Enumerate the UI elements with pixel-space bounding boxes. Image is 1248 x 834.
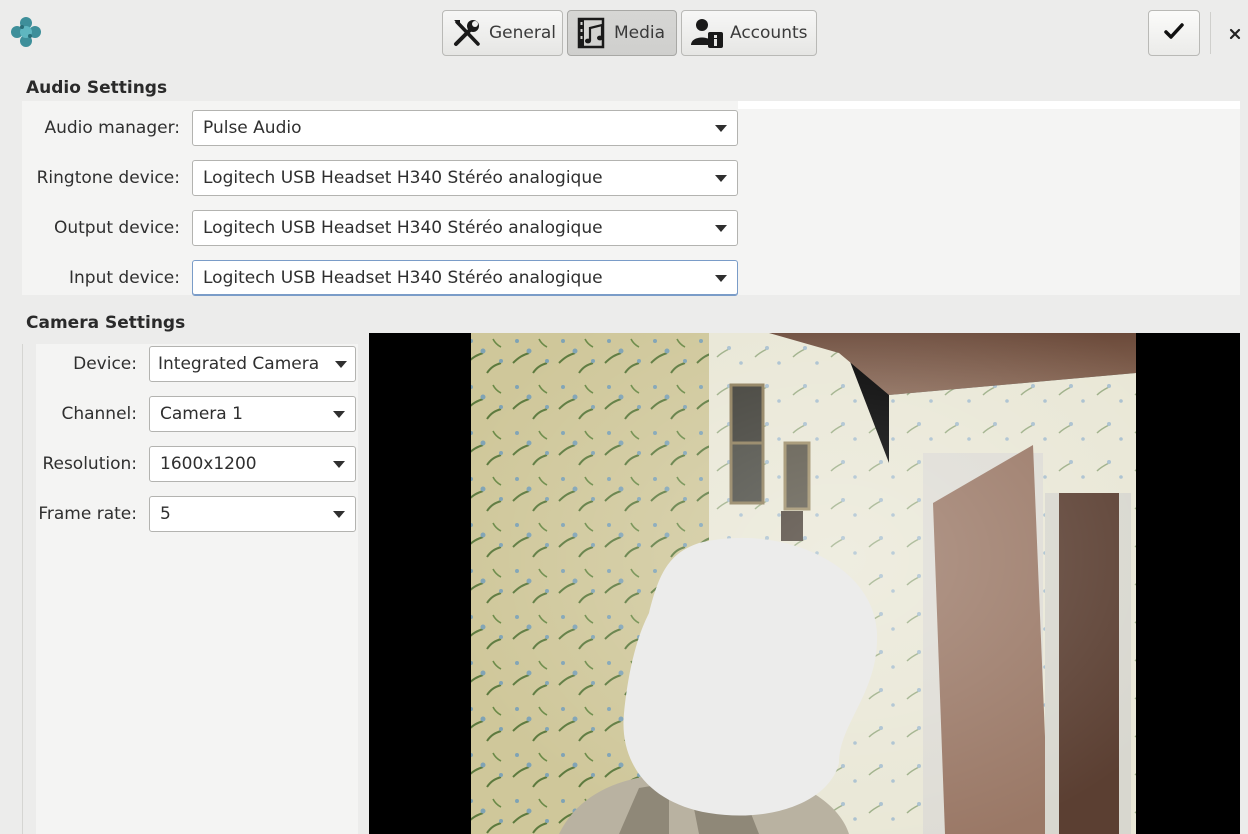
audio-settings-title: Audio Settings xyxy=(26,78,168,98)
wrench-screwdriver-icon xyxy=(451,17,483,49)
camera-framerate-label: Frame rate: xyxy=(38,504,137,524)
tab-accounts-label: Accounts xyxy=(730,23,808,43)
audio-manager-select[interactable]: Pulse Audio xyxy=(192,110,738,146)
chevron-down-icon xyxy=(333,460,345,468)
film-music-icon xyxy=(576,17,608,49)
checkmark-icon xyxy=(1164,22,1184,44)
audio-manager-value: Pulse Audio xyxy=(203,118,302,138)
ringtone-device-select[interactable]: Logitech USB Headset H340 Stéréo analogi… xyxy=(192,160,738,196)
chevron-down-icon xyxy=(715,174,727,182)
confirm-button[interactable] xyxy=(1148,10,1200,56)
output-device-row: Output device: Logitech USB Headset H340… xyxy=(22,210,738,246)
tab-general-label: General xyxy=(489,23,556,43)
output-device-select[interactable]: Logitech USB Headset H340 Stéréo analogi… xyxy=(192,210,738,246)
ringtone-device-row: Ringtone device: Logitech USB Headset H3… xyxy=(22,160,738,196)
close-button[interactable] xyxy=(1222,18,1248,48)
input-device-value: Logitech USB Headset H340 Stéréo analogi… xyxy=(203,268,603,288)
input-device-label: Input device: xyxy=(69,268,180,288)
camera-framerate-select[interactable]: 5 xyxy=(149,496,356,532)
camera-resolution-select[interactable]: 1600x1200 xyxy=(149,446,356,482)
camera-device-row: Device: Integrated Camera xyxy=(22,346,356,382)
tab-accounts[interactable]: Accounts xyxy=(681,10,817,56)
camera-device-label: Device: xyxy=(73,354,137,374)
panel-strip xyxy=(738,101,1240,109)
camera-channel-select[interactable]: Camera 1 xyxy=(149,396,356,432)
input-device-row: Input device: Logitech USB Headset H340 … xyxy=(22,260,738,296)
input-device-select[interactable]: Logitech USB Headset H340 Stéréo analogi… xyxy=(192,260,738,296)
chevron-down-icon xyxy=(333,410,345,418)
app-logo-icon[interactable] xyxy=(8,14,44,50)
chevron-down-icon xyxy=(335,360,347,368)
camera-device-select[interactable]: Integrated Camera xyxy=(149,346,356,382)
tab-general[interactable]: General xyxy=(442,10,563,56)
user-id-icon xyxy=(690,17,724,49)
chevron-down-icon xyxy=(333,510,345,518)
camera-channel-value: Camera 1 xyxy=(160,404,243,424)
camera-framerate-value: 5 xyxy=(160,504,171,524)
camera-channel-label: Channel: xyxy=(61,404,137,424)
camera-device-value: Integrated Camera xyxy=(158,354,320,374)
toolbar-separator xyxy=(1210,12,1211,54)
camera-resolution-label: Resolution: xyxy=(42,454,137,474)
chevron-down-icon xyxy=(715,224,727,232)
camera-resolution-row: Resolution: 1600x1200 xyxy=(22,446,356,482)
camera-settings-title: Camera Settings xyxy=(26,313,186,333)
output-device-value: Logitech USB Headset H340 Stéréo analogi… xyxy=(203,218,603,238)
tab-media-label: Media xyxy=(614,23,666,43)
camera-preview xyxy=(369,333,1240,834)
camera-channel-row: Channel: Camera 1 xyxy=(22,396,356,432)
output-device-label: Output device: xyxy=(53,218,180,238)
audio-manager-row: Audio manager: Pulse Audio xyxy=(22,110,738,146)
tab-media[interactable]: Media xyxy=(567,10,677,56)
camera-framerate-row: Frame rate: 5 xyxy=(22,496,356,532)
close-icon xyxy=(1229,21,1241,45)
tab-bar: General Media Accounts xyxy=(442,10,817,56)
ringtone-device-value: Logitech USB Headset H340 Stéréo analogi… xyxy=(203,168,603,188)
audio-manager-label: Audio manager: xyxy=(44,118,180,138)
chevron-down-icon xyxy=(715,274,727,282)
chevron-down-icon xyxy=(715,124,727,132)
camera-resolution-value: 1600x1200 xyxy=(160,454,257,474)
ringtone-device-label: Ringtone device: xyxy=(36,168,180,188)
